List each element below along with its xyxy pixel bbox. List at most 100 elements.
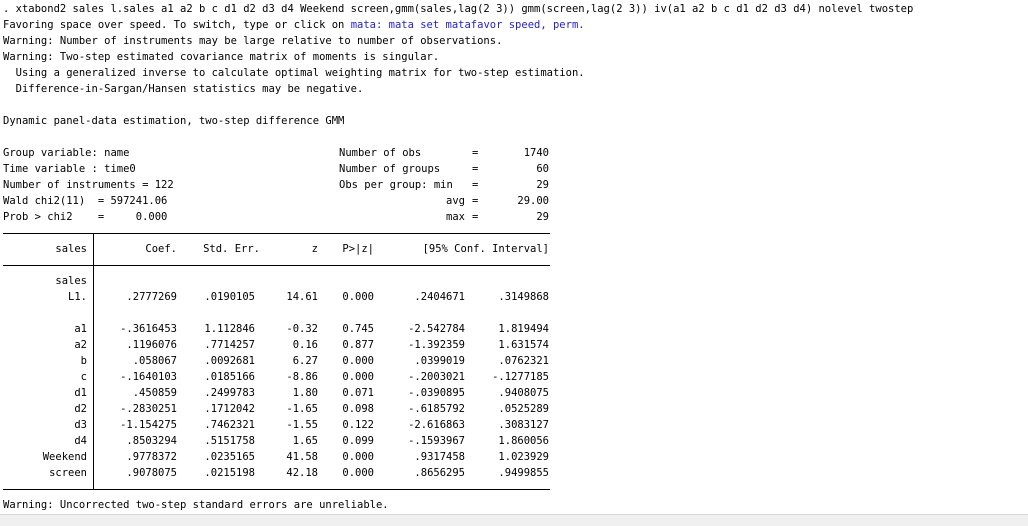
- z-value: -1.55: [286, 419, 318, 431]
- eq-4: =: [472, 195, 479, 207]
- row-label: Weekend: [42, 451, 87, 463]
- header-z: z: [311, 243, 318, 255]
- p-value: 0.000: [342, 355, 374, 367]
- section-label: sales: [55, 275, 87, 287]
- ci-high-value: 1.819494: [498, 323, 549, 335]
- time-variable: Time variable : time0: [3, 163, 136, 175]
- coef-value: -.1640103: [120, 371, 177, 383]
- ci-low-value: -1.392359: [408, 339, 465, 351]
- ci-high-value: -.1277185: [492, 371, 549, 383]
- eq-1: =: [472, 147, 479, 159]
- header-std-err: Std. Err.: [203, 243, 260, 255]
- row-label: a2: [74, 339, 87, 351]
- obs-per-group-label: Obs per group: min: [339, 179, 453, 191]
- estimation-title: Dynamic panel-data estimation, two-step …: [3, 115, 345, 127]
- ci-low-value: -2.616863: [408, 419, 465, 431]
- row-label: d2: [74, 403, 87, 415]
- matafavor-link[interactable]: mata: mata set matafavor speed, perm.: [351, 19, 585, 31]
- p-value: 0.122: [342, 419, 374, 431]
- obs-label: Number of obs: [339, 147, 422, 159]
- favoring-line: Favoring space over speed. To switch, ty…: [3, 17, 585, 33]
- ci-high-value: 1.860056: [498, 435, 549, 447]
- z-value: 14.61: [286, 291, 318, 303]
- wald-chi2: Wald chi2(11) = 597241.06: [3, 195, 168, 207]
- table-column-divider: [93, 233, 94, 489]
- max-label: max: [446, 211, 465, 223]
- prob-chi2: Prob > chi2 = 0.000: [3, 211, 168, 223]
- ci-high-value: .0525289: [498, 403, 549, 415]
- eq-2: =: [472, 163, 479, 175]
- ci-high-value: .0762321: [498, 355, 549, 367]
- note-sargan-hansen: Difference-in-Sargan/Hansen statistics m…: [3, 83, 364, 95]
- coef-value: .058067: [132, 355, 177, 367]
- std-err-value: .0092681: [204, 355, 255, 367]
- ci-low-value: -.0390895: [408, 387, 465, 399]
- row-label: d3: [74, 419, 87, 431]
- row-label: c: [80, 371, 87, 383]
- table-top-rule: [3, 233, 550, 234]
- groups-label: Number of groups: [339, 163, 441, 175]
- groups-value: 60: [536, 163, 549, 175]
- ci-high-value: .9408075: [498, 387, 549, 399]
- ci-high-value: 1.023929: [498, 451, 549, 463]
- p-value: 0.098: [342, 403, 374, 415]
- row-label: d1: [74, 387, 87, 399]
- coef-value: .8503294: [126, 435, 177, 447]
- coef-value: .450859: [132, 387, 177, 399]
- z-value: 1.80: [292, 387, 318, 399]
- row-label: d4: [74, 435, 87, 447]
- std-err-value: .0185166: [204, 371, 255, 383]
- ci-high-value: 1.631574: [498, 339, 549, 351]
- std-err-value: 1.112846: [204, 323, 255, 335]
- coef-value: .1196076: [126, 339, 177, 351]
- avg-value: 29.00: [517, 195, 549, 207]
- ci-high-value: .3083127: [498, 419, 549, 431]
- ci-low-value: .9317458: [414, 451, 465, 463]
- row-label: a1: [74, 323, 87, 335]
- results-window-bottom-bar: [0, 514, 1028, 526]
- max-value: 29: [536, 211, 549, 223]
- coef-value: .9778372: [126, 451, 177, 463]
- ci-low-value: .8656295: [414, 467, 465, 479]
- number-of-instruments: Number of instruments = 122: [3, 179, 174, 191]
- header-conf-interval: [95% Conf. Interval]: [422, 243, 549, 255]
- p-value: 0.071: [342, 387, 374, 399]
- min-value: 29: [536, 179, 549, 191]
- command-line: . xtabond2 sales l.sales a1 a2 b c d1 d2…: [3, 3, 914, 15]
- z-value: 6.27: [292, 355, 318, 367]
- ci-low-value: .2404671: [414, 291, 465, 303]
- std-err-value: .1712042: [204, 403, 255, 415]
- row-label: screen: [49, 467, 87, 479]
- ci-high-value: .3149868: [498, 291, 549, 303]
- ci-low-value: -.1593967: [408, 435, 465, 447]
- z-value: 0.16: [292, 339, 318, 351]
- group-variable: Group variable: name: [3, 147, 130, 159]
- std-err-value: .0235165: [204, 451, 255, 463]
- std-err-value: .7714257: [204, 339, 255, 351]
- header-coef: Coef.: [145, 243, 177, 255]
- warning-instruments: Warning: Number of instruments may be la…: [3, 35, 503, 47]
- p-value: 0.000: [342, 451, 374, 463]
- ci-high-value: .9499855: [498, 467, 549, 479]
- depvar-header: sales: [55, 243, 87, 255]
- z-value: -1.65: [286, 403, 318, 415]
- coef-value: .2777269: [126, 291, 177, 303]
- std-err-value: .0190105: [204, 291, 255, 303]
- std-err-value: .7462321: [204, 419, 255, 431]
- table-header-rule: [3, 265, 550, 266]
- row-label: L1.: [68, 291, 87, 303]
- table-bottom-rule: [3, 489, 550, 490]
- ci-low-value: -.6185792: [408, 403, 465, 415]
- coef-value: -.2830251: [120, 403, 177, 415]
- obs-value: 1740: [523, 147, 549, 159]
- ci-low-value: .0399019: [414, 355, 465, 367]
- std-err-value: .0215198: [204, 467, 255, 479]
- warning-singular: Warning: Two-step estimated covariance m…: [3, 51, 440, 63]
- z-value: 1.65: [292, 435, 318, 447]
- p-value: 0.745: [342, 323, 374, 335]
- p-value: 0.877: [342, 339, 374, 351]
- z-value: 41.58: [286, 451, 318, 463]
- coef-value: -1.154275: [120, 419, 177, 431]
- row-label: b: [80, 355, 87, 367]
- z-value: 42.18: [286, 467, 318, 479]
